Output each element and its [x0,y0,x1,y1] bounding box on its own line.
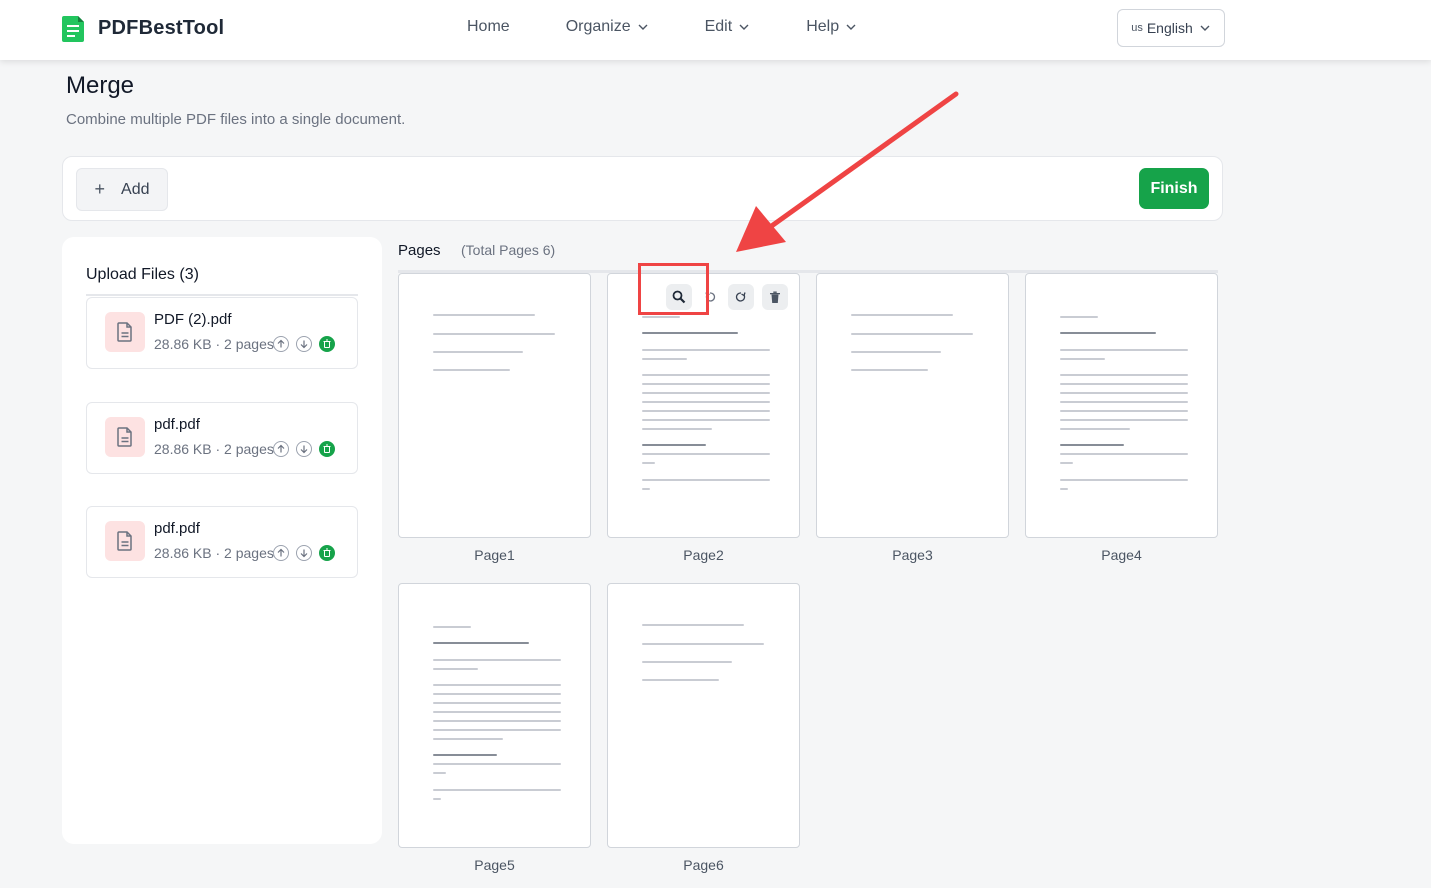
delete-file-icon[interactable] [319,441,335,457]
logo-icon [62,14,86,42]
page-preview [433,314,561,371]
page-label: Page5 [474,857,515,873]
delete-file-icon[interactable] [319,545,335,561]
page-thumbnail[interactable] [607,583,800,848]
page-label: Page4 [1101,547,1142,563]
move-down-icon[interactable] [296,336,312,352]
chevron-down-icon [638,24,648,30]
file-name: pdf.pdf [154,416,200,433]
brand-logo[interactable]: PDFBestTool [62,14,224,42]
trash-icon [770,291,780,303]
move-down-icon[interactable] [296,545,312,561]
language-label: English [1146,20,1193,36]
flag-icon: us [1131,22,1143,34]
file-meta: 28.86 KB · 2 pages [154,441,274,457]
chevron-down-icon [1200,25,1210,31]
file-item[interactable]: pdf.pdf 28.86 KB · 2 pages [86,506,358,578]
main-nav: Home Organize Edit Help [467,18,913,36]
upload-files-title: Upload Files (3) [86,266,199,283]
nav-home[interactable]: Home [467,18,510,36]
chevron-down-icon [846,24,856,30]
page-thumbnail[interactable] [398,583,591,848]
brand-name: PDFBestTool [98,16,225,39]
file-actions [273,545,342,561]
top-header: PDFBestTool Home Organize Edit Help us E… [0,0,1431,60]
page-preview [642,624,770,681]
nav-help[interactable]: Help [806,18,857,36]
page-preview [433,626,561,800]
annotation-highlight-box [638,263,709,315]
file-document-icon [105,312,145,352]
move-down-icon[interactable] [296,441,312,457]
chevron-down-icon [739,24,749,30]
page-label: Page2 [683,547,724,563]
page-title: Merge [66,72,135,99]
page-label: Page6 [683,857,724,873]
divider [86,294,358,296]
page-thumbnail[interactable] [1025,273,1218,538]
nav-help-label: Help [806,18,840,35]
nav-edit[interactable]: Edit [705,18,751,36]
page-thumbnail[interactable] [398,273,591,538]
file-document-icon [105,521,145,561]
move-up-icon[interactable] [273,545,289,561]
file-name: PDF (2).pdf [154,311,232,328]
file-item[interactable]: PDF (2).pdf 28.86 KB · 2 pages [86,297,358,369]
file-actions [273,441,342,457]
nav-edit-label: Edit [704,18,733,35]
page-label: Page3 [892,547,933,563]
add-file-button[interactable]: + Add [76,168,168,211]
nav-organize[interactable]: Organize [566,18,649,36]
page-thumbnail[interactable] [816,273,1009,538]
file-item[interactable]: pdf.pdf 28.86 KB · 2 pages [86,402,358,474]
page-label: Page1 [474,547,515,563]
move-up-icon[interactable] [273,336,289,352]
add-label: Add [121,180,150,198]
page-subtitle: Combine multiple PDF files into a single… [66,111,406,128]
move-up-icon[interactable] [273,441,289,457]
file-meta: 28.86 KB · 2 pages [154,336,274,352]
rotate-right-button[interactable] [728,284,754,310]
nav-home-label: Home [467,18,510,35]
merge-toolbar: + Add Finish [62,156,1223,221]
plus-icon: + [94,179,106,199]
upload-files-panel: Upload Files (3) PDF (2).pdf 28.86 KB · … [62,237,382,844]
page-preview [851,314,979,371]
file-actions [273,336,342,352]
finish-button[interactable]: Finish [1139,168,1209,209]
delete-page-button[interactable] [762,284,788,310]
delete-file-icon[interactable] [319,336,335,352]
file-name: pdf.pdf [154,520,200,537]
pages-total-count: (Total Pages 6) [461,242,556,258]
pages-heading: Pages [398,242,441,259]
rotate-right-icon [735,292,746,302]
language-selector[interactable]: us English [1117,9,1225,47]
nav-organize-label: Organize [565,18,631,35]
file-document-icon [105,417,145,457]
file-meta: 28.86 KB · 2 pages [154,545,274,561]
page-preview [1060,316,1188,490]
page-preview [642,316,770,490]
